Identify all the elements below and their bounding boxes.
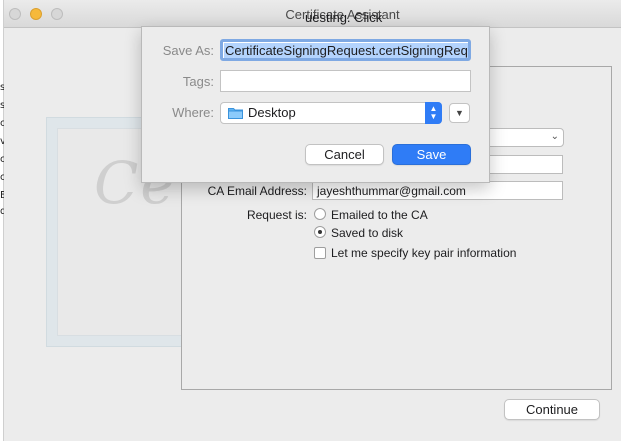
chevron-updown-icon[interactable]: ▲ ▼: [425, 102, 442, 124]
save-sheet: Save As: CertificateSigningRequest.certS…: [141, 26, 490, 183]
certificate-assistant-window: Certificate Assistant Cert uesting. Clic…: [4, 0, 621, 441]
save-as-value: CertificateSigningRequest.certSigningReq…: [224, 43, 468, 58]
tags-label: Tags:: [182, 74, 214, 89]
cancel-button[interactable]: Cancel: [305, 144, 384, 165]
save-as-field[interactable]: CertificateSigningRequest.certSigningReq…: [220, 39, 471, 61]
screen: s s c v c c E d Certificate Assistant Ce…: [0, 0, 621, 441]
where-label: Where:: [172, 105, 214, 120]
keypair-checkbox[interactable]: [314, 247, 326, 259]
expand-button[interactable]: ▼: [449, 103, 470, 123]
folder-icon: [228, 108, 243, 119]
save-button[interactable]: Save: [392, 144, 471, 165]
continue-button[interactable]: Continue: [504, 399, 600, 420]
request-is-label: Request is:: [246, 208, 307, 222]
tags-field[interactable]: [220, 70, 471, 92]
where-select[interactable]: Desktop ▲ ▼: [220, 102, 442, 124]
radio-emailed[interactable]: [314, 208, 326, 220]
ca-email-field[interactable]: jayeshthummar@gmail.com: [312, 181, 563, 200]
radio-saved-label[interactable]: Saved to disk: [331, 226, 403, 240]
ca-email-label: CA Email Address:: [207, 184, 307, 198]
save-as-label: Save As:: [162, 43, 214, 58]
radio-emailed-label[interactable]: Emailed to the CA: [331, 208, 428, 222]
chevron-down-icon: ⌄: [550, 131, 559, 142]
radio-saved-to-disk[interactable]: [314, 226, 326, 238]
intro-text: uesting. Click: [305, 10, 383, 25]
where-value: Desktop: [248, 105, 296, 120]
keypair-checkbox-label[interactable]: Let me specify key pair information: [331, 246, 516, 260]
chevron-down-icon: ▼: [455, 108, 464, 118]
